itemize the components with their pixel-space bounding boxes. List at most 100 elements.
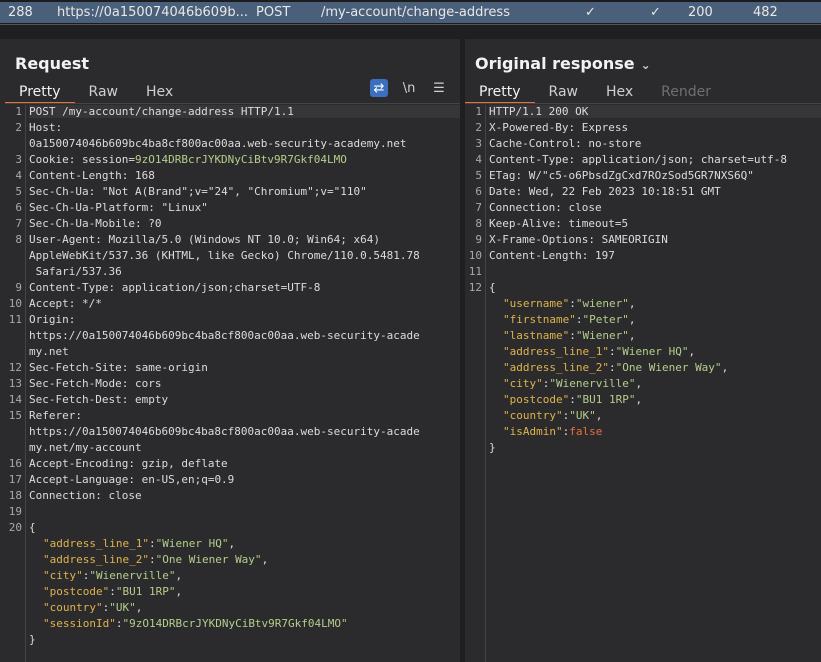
code-line: my.net/my-account bbox=[29, 441, 142, 454]
tab-hex[interactable]: Hex bbox=[592, 81, 647, 103]
header-name: HTTP/1.1 200 OK bbox=[489, 105, 589, 118]
header-value: my.net/my-account bbox=[29, 441, 142, 454]
code-line: Date: Wed, 22 Feb 2023 10:18:51 GMT bbox=[489, 185, 721, 198]
json-value: "Wienerville" bbox=[89, 569, 176, 582]
json-value: "wiener" bbox=[575, 297, 629, 310]
request-editor[interactable]: 1 2 3 4 5 6 7 8 9 10 11 12 13 14 15 16 17 18 19 20 POST /my… bbox=[5, 105, 460, 662]
json-comma: , bbox=[721, 361, 729, 374]
line-number: 1 bbox=[475, 105, 482, 118]
header-name: { bbox=[489, 281, 496, 294]
history-id: 288 bbox=[8, 5, 33, 20]
tab-raw[interactable]: Raw bbox=[535, 81, 592, 103]
json-key: "country" bbox=[503, 409, 563, 422]
line-number: 12 bbox=[468, 281, 482, 294]
code-line: Safari/537.36 bbox=[29, 265, 122, 278]
line-number: 11 bbox=[468, 265, 482, 278]
line-number: 19 bbox=[8, 505, 22, 518]
json-value: "One Wiener Way" bbox=[155, 553, 262, 566]
json-colon: : bbox=[148, 537, 156, 550]
header-value: Mozilla/5.0 (Windows NT 10.0; Win64; x64… bbox=[101, 233, 381, 246]
json-value: "Peter" bbox=[582, 313, 629, 326]
json-colon: : bbox=[569, 329, 576, 342]
json-key: "isAdmin" bbox=[503, 425, 563, 438]
line-number: 1 bbox=[15, 105, 22, 118]
response-pane: Original response ⌄ Pretty Raw Hex Render… bbox=[465, 39, 821, 662]
json-comma: , bbox=[175, 569, 183, 582]
line-number: 20 bbox=[8, 521, 22, 534]
header-name: Host: bbox=[29, 121, 63, 134]
code-line: https://0a150074046b609bc4ba8cf800ac00aa… bbox=[29, 329, 420, 342]
json-comma: , bbox=[635, 393, 643, 406]
header-value: en-US,en;q=0.9 bbox=[134, 473, 235, 486]
history-status: 200 bbox=[688, 5, 713, 20]
json-comma: , bbox=[628, 313, 636, 326]
show-newlines-icon[interactable]: \n bbox=[400, 79, 418, 97]
tab-hex[interactable]: Hex bbox=[132, 81, 187, 103]
line-number: 16 bbox=[8, 457, 22, 470]
json-key: "username" bbox=[503, 297, 570, 310]
json-key: "firstname" bbox=[503, 313, 576, 326]
header-value: */* bbox=[75, 297, 102, 310]
header-name: Connection: bbox=[29, 489, 102, 502]
code-line: Accept: */* bbox=[29, 297, 102, 310]
history-check-params: ✓ bbox=[585, 5, 596, 20]
code-line: Sec-Ch-Ua-Platform: "Linux" bbox=[29, 201, 208, 214]
json-colon: : bbox=[608, 345, 616, 358]
header-value: session= bbox=[75, 153, 135, 166]
line-number: 7 bbox=[475, 201, 482, 214]
header-value: AppleWebKit/537.36 (KHTML, like Gecko) C… bbox=[29, 249, 420, 262]
response-title-text: Original response bbox=[475, 54, 635, 73]
code-line: my.net bbox=[29, 345, 69, 358]
history-url: /my-account/change-address bbox=[321, 5, 510, 20]
header-value: "Linux" bbox=[154, 201, 208, 214]
code-line: Content-Length: 168 bbox=[29, 169, 155, 182]
menu-icon[interactable]: ☰ bbox=[430, 79, 448, 97]
code-line: POST /my-account/change-address HTTP/1.1 bbox=[29, 105, 460, 118]
line-number: 6 bbox=[15, 201, 22, 214]
header-name: Accept-Language: bbox=[29, 473, 135, 486]
json-line: "lastname":"Wiener", bbox=[503, 329, 635, 342]
code-line: Cache-Control: no-store bbox=[489, 137, 641, 150]
response-editor[interactable]: 1 2 3 4 5 6 7 8 9 10 11 12 HTTP/1.1 200 OK X-Powered… bbox=[465, 105, 821, 662]
header-name: Accept-Encoding: bbox=[29, 457, 135, 470]
header-name: Content-Type: bbox=[29, 281, 116, 294]
tab-pretty[interactable]: Pretty bbox=[5, 81, 75, 104]
request-toolbar: ⇄ \n ☰ bbox=[370, 79, 448, 97]
code-line: Cookie: session=9zO14DRBcrJYKDNyCiBtv9R7… bbox=[29, 153, 347, 166]
header-name: Sec-Ch-Ua: bbox=[29, 185, 96, 198]
wrap-lines-icon[interactable]: ⇄ bbox=[370, 79, 388, 97]
tab-pretty[interactable]: Pretty bbox=[465, 81, 535, 104]
json-comma: , bbox=[175, 585, 183, 598]
response-tabs: Pretty Raw Hex Render bbox=[465, 81, 725, 104]
history-host: https://0a150074046b609b... bbox=[57, 5, 248, 20]
response-title[interactable]: Original response ⌄ bbox=[475, 54, 651, 73]
header-value: application/json;charset=UTF-8 bbox=[115, 281, 321, 294]
json-comma: , bbox=[628, 329, 636, 342]
json-comma: , bbox=[688, 345, 696, 358]
header-name: Accept: bbox=[29, 297, 76, 310]
tab-raw[interactable]: Raw bbox=[75, 81, 132, 103]
header-name: Sec-Ch-Ua-Platform: bbox=[29, 201, 155, 214]
json-colon: : bbox=[569, 393, 576, 406]
history-row-selected[interactable]: 288 https://0a150074046b609b... POST /my… bbox=[0, 2, 821, 23]
json-colon: : bbox=[608, 361, 616, 374]
header-value: W/"c5-o6PbsdZgCxd7ROzSod5GR7NXS6Q" bbox=[522, 169, 754, 182]
code-line: Sec-Fetch-Mode: cors bbox=[29, 377, 161, 390]
code-line: ETag: W/"c5-o6PbsdZgCxd7ROzSod5GR7NXS6Q" bbox=[489, 169, 754, 182]
line-number: 15 bbox=[8, 409, 22, 422]
code-line: Accept-Language: en-US,en;q=0.9 bbox=[29, 473, 234, 486]
json-comma: , bbox=[261, 553, 269, 566]
json-comma: , bbox=[228, 537, 236, 550]
line-number: 7 bbox=[15, 217, 22, 230]
json-line: "postcode":"BU1 1RP", bbox=[43, 585, 182, 598]
header-name: POST /my-account/change-address HTTP/1.1 bbox=[29, 105, 294, 118]
line-number: 3 bbox=[15, 153, 22, 166]
line-number: 18 bbox=[8, 489, 22, 502]
header-value: timeout=5 bbox=[561, 217, 629, 230]
line-number: 2 bbox=[15, 121, 22, 134]
json-comma: , bbox=[135, 601, 143, 614]
json-key: "postcode" bbox=[503, 393, 570, 406]
code-line: HTTP/1.1 200 OK bbox=[489, 105, 821, 118]
json-key: "address_line_1" bbox=[503, 345, 609, 358]
header-name: Sec-Fetch-Site: bbox=[29, 361, 129, 374]
